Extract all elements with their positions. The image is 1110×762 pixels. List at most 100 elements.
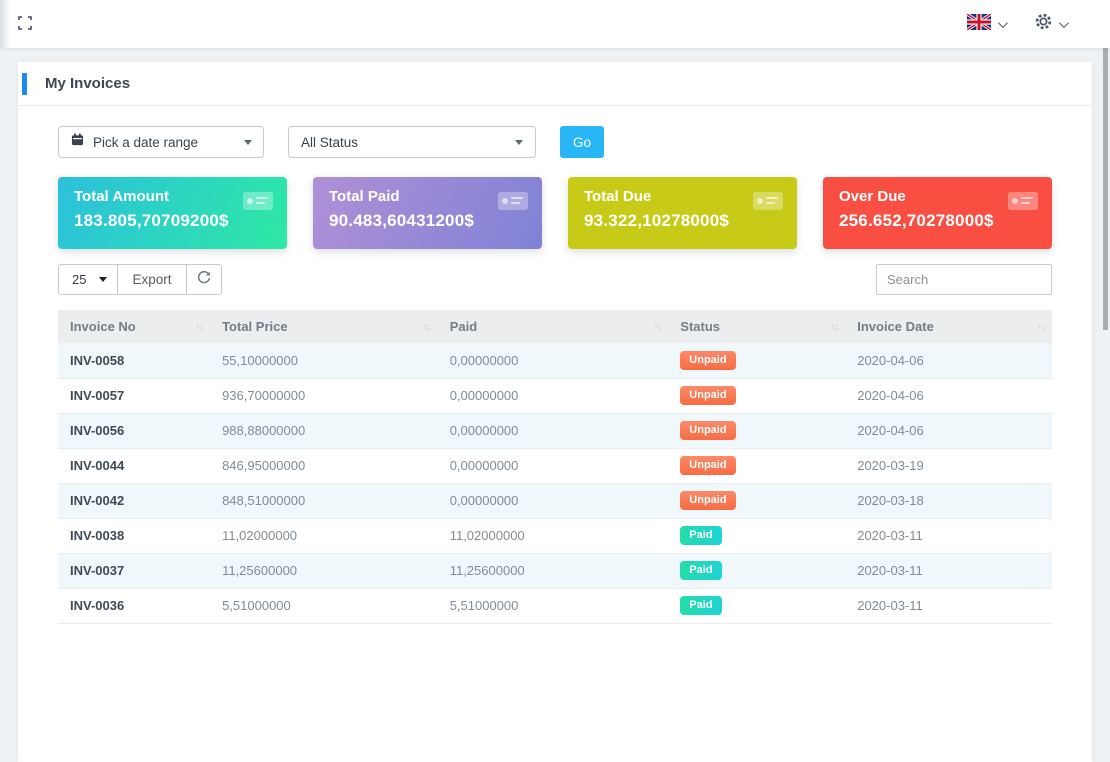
total-price-cell: 846,95000000 (210, 448, 438, 483)
stat-card-over-due: Over Due 256.652,70278000$ (823, 177, 1052, 249)
language-dropdown[interactable] (967, 14, 1005, 35)
money-check-icon (1008, 190, 1038, 217)
status-cell: Paid (668, 553, 845, 588)
total-price-cell: 55,10000000 (210, 343, 438, 378)
table-row: INV-0042 848,51000000 0,00000000 Unpaid … (58, 483, 1052, 518)
page-scrollbar (1100, 0, 1110, 618)
column-label: Invoice No (70, 319, 136, 334)
invoice-date-cell: 2020-04-06 (845, 378, 1052, 413)
caret-down-icon (515, 140, 523, 145)
invoice-date-cell: 2020-03-18 (845, 483, 1052, 518)
invoice-date-cell: 2020-03-11 (845, 518, 1052, 553)
invoice-date-cell: 2020-03-19 (845, 448, 1052, 483)
sort-icon: ↑↓ (653, 321, 660, 333)
column-label: Paid (450, 319, 477, 334)
date-range-picker[interactable]: Pick a date range (58, 126, 264, 158)
invoice-no-cell: INV-0044 (58, 448, 210, 483)
money-check-icon (498, 190, 528, 217)
status-cell: Unpaid (668, 448, 845, 483)
stat-label: Total Paid (329, 188, 526, 205)
chevron-down-icon (998, 18, 1008, 28)
paid-cell: 11,25600000 (438, 553, 669, 588)
status-cell: Unpaid (668, 378, 845, 413)
column-header-invoice-date[interactable]: Invoice Date ↑↓ (845, 310, 1052, 343)
column-header-status[interactable]: Status ↑↓ (668, 310, 845, 343)
export-button[interactable]: Export (117, 264, 186, 295)
status-badge: Unpaid (680, 351, 735, 370)
invoice-no-cell: INV-0058 (58, 343, 210, 378)
status-badge: Unpaid (680, 456, 735, 475)
stat-label: Over Due (839, 188, 1036, 205)
total-price-cell: 848,51000000 (210, 483, 438, 518)
money-check-icon (243, 190, 273, 217)
date-range-label: Pick a date range (93, 135, 198, 150)
column-label: Total Price (222, 319, 288, 334)
status-cell: Paid (668, 518, 845, 553)
page-size-value: 25 (72, 272, 86, 287)
table-row: INV-0056 988,88000000 0,00000000 Unpaid … (58, 413, 1052, 448)
fullscreen-button[interactable] (18, 16, 32, 33)
caret-down-icon (244, 140, 252, 145)
settings-dropdown[interactable] (1035, 13, 1066, 35)
top-navbar (0, 0, 1110, 48)
status-cell: Unpaid (668, 413, 845, 448)
invoices-panel: My Invoices Pick a date range All Status (18, 62, 1092, 762)
sidebar-edge-shadow (0, 0, 10, 48)
table-row: INV-0044 846,95000000 0,00000000 Unpaid … (58, 448, 1052, 483)
paid-cell: 11,02000000 (438, 518, 669, 553)
column-label: Status (680, 319, 720, 334)
refresh-icon (197, 271, 211, 288)
stat-label: Total Due (584, 188, 781, 205)
status-select[interactable]: All Status (288, 126, 536, 158)
scrollbar-thumb[interactable] (1103, 8, 1108, 330)
status-badge: Paid (680, 561, 721, 580)
column-header-paid[interactable]: Paid ↑↓ (438, 310, 669, 343)
title-accent-bar (22, 73, 27, 95)
status-badge: Unpaid (680, 386, 735, 405)
paid-cell: 0,00000000 (438, 448, 669, 483)
status-badge: Unpaid (680, 491, 735, 510)
sort-icon: ↑↓ (1037, 321, 1044, 333)
invoice-date-cell: 2020-04-06 (845, 413, 1052, 448)
stat-value: 183.805,70709200$ (74, 211, 271, 231)
uk-flag-icon (967, 14, 991, 35)
paid-cell: 0,00000000 (438, 378, 669, 413)
table-controls: 25 Export (58, 264, 1052, 295)
invoice-no-cell: INV-0042 (58, 483, 210, 518)
total-price-cell: 988,88000000 (210, 413, 438, 448)
sort-icon: ↑↓ (195, 321, 202, 333)
invoice-table-body: INV-0058 55,10000000 0,00000000 Unpaid 2… (58, 343, 1052, 623)
refresh-button[interactable] (186, 264, 222, 295)
stat-value: 90.483,60431200$ (329, 211, 526, 231)
sort-icon: ↑↓ (423, 321, 430, 333)
table-row: INV-0037 11,25600000 11,25600000 Paid 20… (58, 553, 1052, 588)
paid-cell: 0,00000000 (438, 343, 669, 378)
search-input[interactable] (876, 264, 1052, 295)
invoice-no-cell: INV-0038 (58, 518, 210, 553)
status-cell: Unpaid (668, 343, 845, 378)
calendar-icon (71, 133, 84, 151)
stat-card-total-due: Total Due 93.322,10278000$ (568, 177, 797, 249)
column-header-total-price[interactable]: Total Price ↑↓ (210, 310, 438, 343)
money-check-icon (753, 190, 783, 217)
stat-value: 256.652,70278000$ (839, 211, 1036, 231)
status-cell: Unpaid (668, 483, 845, 518)
table-row: INV-0058 55,10000000 0,00000000 Unpaid 2… (58, 343, 1052, 378)
invoice-no-cell: INV-0056 (58, 413, 210, 448)
invoice-no-cell: INV-0037 (58, 553, 210, 588)
sort-icon: ↑↓ (830, 321, 837, 333)
invoice-date-cell: 2020-04-06 (845, 343, 1052, 378)
invoice-no-cell: INV-0057 (58, 378, 210, 413)
table-row: INV-0038 11,02000000 11,02000000 Paid 20… (58, 518, 1052, 553)
paid-cell: 0,00000000 (438, 483, 669, 518)
column-label: Invoice Date (857, 319, 934, 334)
invoice-table: Invoice No ↑↓ Total Price ↑↓ Paid ↑↓ Sta… (58, 310, 1052, 624)
stat-card-total-paid: Total Paid 90.483,60431200$ (313, 177, 542, 249)
go-button[interactable]: Go (560, 126, 604, 158)
filter-row: Pick a date range All Status Go (58, 126, 1052, 158)
page-title: My Invoices (45, 75, 130, 92)
total-price-cell: 11,25600000 (210, 553, 438, 588)
page-size-select[interactable]: 25 (58, 264, 118, 295)
panel-header: My Invoices (18, 62, 1092, 106)
column-header-invoice-no[interactable]: Invoice No ↑↓ (58, 310, 210, 343)
